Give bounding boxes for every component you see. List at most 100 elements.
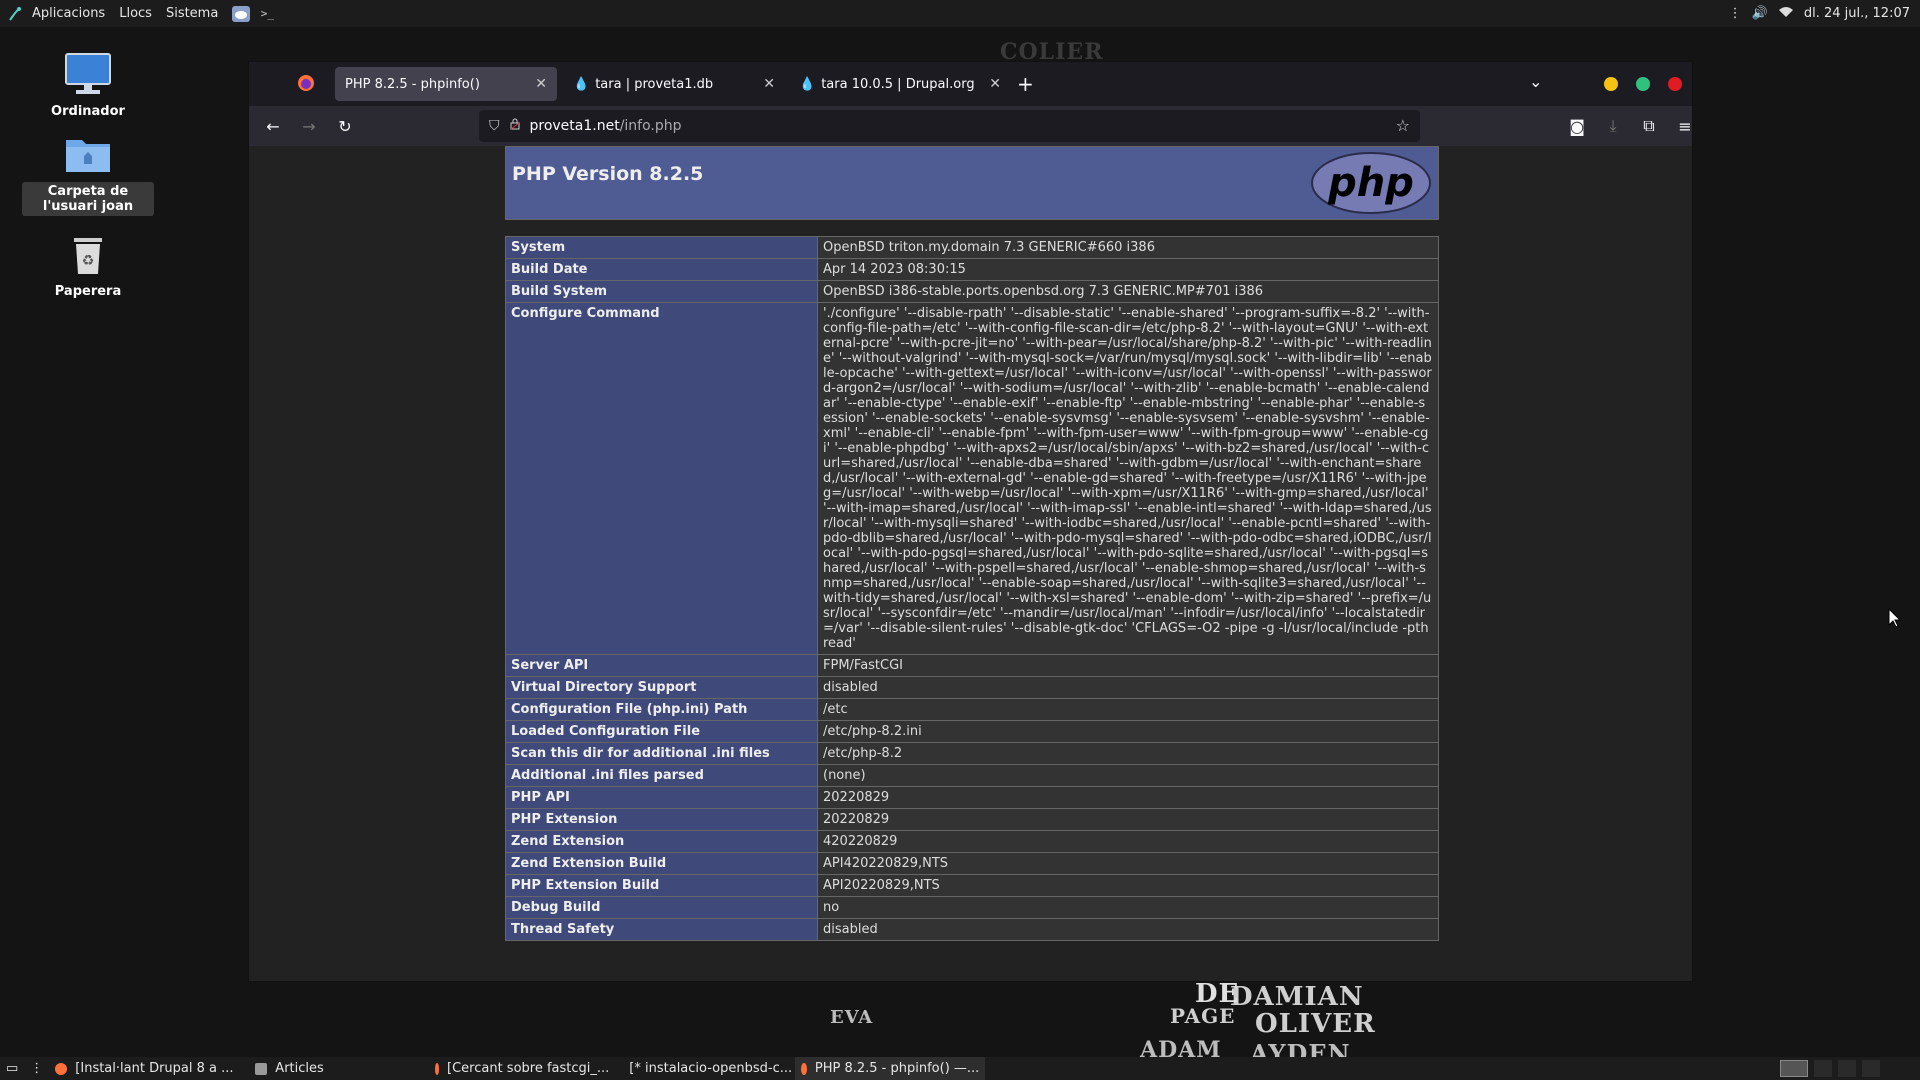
menu-hamburger-icon[interactable]: ≡	[1669, 110, 1701, 142]
extensions-icon[interactable]: ⧉	[1633, 110, 1665, 142]
row-value: /etc/php-8.2	[817, 742, 1439, 765]
taskbar-item-label: [Instal·lant Drupal 8 a ...	[75, 1061, 234, 1076]
shield-icon[interactable]: ⛉	[489, 118, 500, 134]
php-logo-text: php	[1328, 160, 1414, 206]
menu-system[interactable]: Sistema	[166, 6, 218, 21]
wifi-icon[interactable]	[1778, 6, 1794, 22]
bookmark-star-icon[interactable]: ☆	[1396, 116, 1410, 135]
distro-logo-icon[interactable]	[6, 6, 24, 22]
navigation-toolbar: ← → ↻ ⛉ proveta1.net/info.php ☆ ◙ ⤓ ⧉ ≡	[249, 106, 1692, 146]
wallpaper-word: DE	[1195, 979, 1240, 1009]
row-value: Apr 14 2023 08:30:15	[817, 258, 1439, 281]
home-folder-icon	[22, 134, 154, 178]
row-key: Thread Safety	[505, 918, 818, 941]
tab-phpinfo[interactable]: PHP 8.2.5 - phpinfo() ✕	[335, 67, 557, 101]
clock[interactable]: dl. 24 jul., 12:07	[1804, 6, 1910, 21]
taskbar-item[interactable]: [Cercant sobre fastcgi_...	[429, 1057, 615, 1080]
row-key: Zend Extension Build	[505, 852, 818, 875]
table-row: PHP API 20220829	[505, 786, 1439, 809]
wallpaper-word: ADAM	[1140, 1037, 1222, 1057]
top-panel: Aplicacions Llocs Sistema >_ ⋮ 🔊 dl. 24 …	[0, 0, 1920, 27]
close-icon[interactable]: ✕	[989, 76, 1001, 92]
table-row: Loaded Configuration File/etc/php-8.2.in…	[505, 720, 1439, 743]
workspace-2[interactable]	[1814, 1060, 1832, 1077]
row-key: PHP Extension Build	[505, 874, 818, 897]
volume-icon[interactable]: 🔊	[1752, 6, 1768, 21]
desktop-icon-label: Paperera	[54, 284, 122, 299]
firefox-icon	[55, 1062, 68, 1075]
workspace-1[interactable]	[1780, 1060, 1808, 1077]
taskbar-menu-icon[interactable]: ⋮	[24, 1057, 49, 1080]
tab-tara-proveta[interactable]: 💧 tara | proveta1.db ✕	[563, 67, 785, 101]
taskbar-item[interactable]: PHP 8.2.5 - phpinfo() —...	[795, 1057, 986, 1080]
taskbar-item-label: PHP 8.2.5 - phpinfo() —...	[814, 1061, 980, 1076]
reload-button[interactable]: ↻	[329, 110, 361, 142]
table-row: Thread Safety disabled	[505, 918, 1439, 941]
row-key: Build System	[505, 280, 818, 303]
row-key: PHP API	[505, 786, 818, 809]
url-bar[interactable]: ⛉ proveta1.net/info.php ☆	[479, 110, 1420, 142]
pocket-icon[interactable]: ◙	[1561, 110, 1593, 142]
row-value: API420220829,NTS	[817, 852, 1439, 875]
close-icon[interactable]: ✕	[535, 76, 547, 92]
row-key: Loaded Configuration File	[505, 720, 818, 743]
tab-drupal-org[interactable]: 💧 tara 10.0.5 | Drupal.org ✕	[789, 67, 1011, 101]
back-button[interactable]: ←	[257, 110, 289, 142]
url-host: proveta1.net	[529, 118, 620, 134]
workspace-4[interactable]	[1862, 1060, 1880, 1077]
row-value: no	[817, 896, 1439, 919]
table-row: Virtual Directory Support disabled	[505, 676, 1439, 699]
workspace-3[interactable]	[1838, 1060, 1856, 1077]
table-row: Zend Extension Build API420220829,NTS	[505, 852, 1439, 875]
list-tabs-chevron-icon[interactable]: ⌄	[1529, 72, 1542, 91]
table-row: Build Date Apr 14 2023 08:30:15	[505, 258, 1439, 281]
phpinfo-header: PHP Version 8.2.5 php	[505, 146, 1439, 220]
minimize-button[interactable]	[1604, 77, 1618, 91]
desktop-icon-computer[interactable]: Ordinador	[22, 52, 154, 119]
taskbar-item[interactable]: [Instal·lant Drupal 8 a ...	[49, 1057, 249, 1080]
desktop-icon-label: Carpeta de l'usuari joan	[22, 182, 154, 216]
drupal-icon: 💧	[799, 76, 816, 92]
row-value: OpenBSD i386-stable.ports.openbsd.org 7.…	[817, 280, 1439, 303]
menu-applications[interactable]: Aplicacions	[32, 6, 105, 21]
firefox-view-icon[interactable]	[297, 74, 315, 96]
desktop-icon-label: Ordinador	[51, 104, 125, 119]
workspace-switcher[interactable]	[1780, 1057, 1880, 1080]
table-row: Zend Extension 420220829	[505, 830, 1439, 853]
row-key: Configure Command	[505, 302, 818, 655]
wallpaper-word: DAMIAN	[1230, 982, 1364, 1012]
row-key: Zend Extension	[505, 830, 818, 853]
menu-dots-icon[interactable]: ⋮	[1729, 6, 1742, 21]
page-title: PHP Version 8.2.5	[512, 163, 704, 185]
desktop-icon-home-folder[interactable]: Carpeta de l'usuari joan	[22, 134, 154, 216]
row-value: API20220829,NTS	[817, 874, 1439, 897]
lock-icon[interactable]	[510, 118, 520, 134]
forward-button[interactable]: →	[293, 110, 325, 142]
desktop-icon-trash[interactable]: ♻ Paperera	[22, 232, 154, 299]
taskbar-item-label: [* instalacio-openbsd-c...	[629, 1061, 793, 1076]
php-logo[interactable]: php	[1310, 151, 1432, 215]
wallpaper-word: AYDEN	[1250, 1039, 1351, 1057]
taskbar-item[interactable]: Articles	[249, 1057, 429, 1080]
taskbar-item-label: Articles	[275, 1061, 324, 1076]
firefox-icon	[435, 1062, 440, 1075]
taskbar-item[interactable]: [* instalacio-openbsd-c...	[615, 1057, 795, 1080]
firefox-icon	[801, 1062, 807, 1075]
row-key: Additional .ini files parsed	[505, 764, 818, 787]
menu-places[interactable]: Llocs	[119, 6, 152, 21]
row-key: Build Date	[505, 258, 818, 281]
trash-icon: ♻	[22, 232, 154, 280]
row-key: System	[505, 236, 818, 259]
row-value: disabled	[817, 676, 1439, 699]
close-icon[interactable]: ✕	[763, 76, 775, 92]
terminal-launcher-icon[interactable]: >_	[258, 6, 276, 22]
show-desktop-button[interactable]: ▭	[0, 1057, 24, 1080]
close-window-button[interactable]	[1668, 77, 1682, 91]
weather-launcher-icon[interactable]	[232, 5, 251, 22]
row-key: Scan this dir for additional .ini files	[505, 742, 818, 765]
tab-title: tara 10.0.5 | Drupal.org	[821, 76, 975, 92]
maximize-button[interactable]	[1636, 77, 1650, 91]
new-tab-button[interactable]: +	[1017, 72, 1034, 96]
tab-title: tara | proveta1.db	[595, 76, 714, 92]
downloads-icon[interactable]: ⤓	[1597, 110, 1629, 142]
